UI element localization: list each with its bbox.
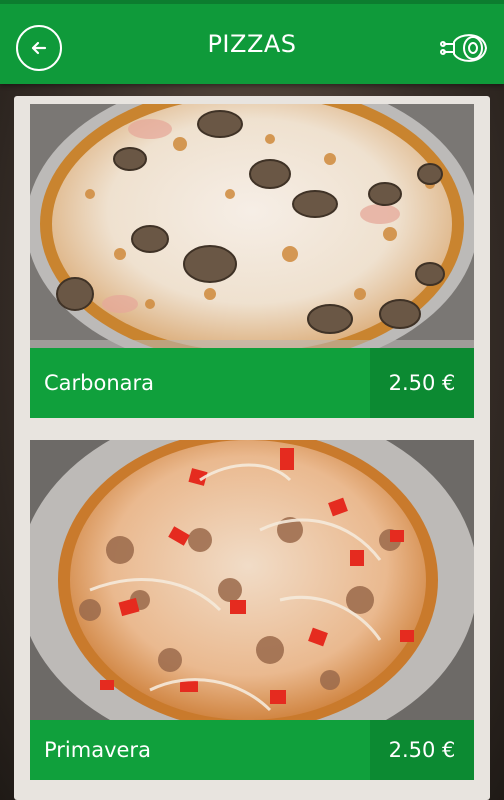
pizza-list: Carbonara 2.50 € Primavera 2.50 € bbox=[14, 96, 490, 800]
item-name: Primavera bbox=[44, 738, 151, 762]
ham-leg-button[interactable] bbox=[440, 28, 490, 68]
top-app-bar: PIZZAS bbox=[0, 0, 504, 84]
list-item[interactable]: Carbonara 2.50 € bbox=[30, 104, 474, 418]
pizza-photo-carbonara bbox=[30, 104, 474, 348]
ham-leg-icon bbox=[440, 34, 487, 62]
item-name: Carbonara bbox=[44, 371, 155, 395]
pizza-photo-primavera bbox=[30, 440, 474, 720]
list-item[interactable]: Primavera 2.50 € bbox=[30, 440, 474, 780]
item-footer: Carbonara 2.50 € bbox=[30, 348, 474, 418]
item-price: 2.50 € bbox=[370, 348, 474, 418]
page-title: PIZZAS bbox=[207, 30, 297, 58]
item-price: 2.50 € bbox=[370, 720, 474, 780]
item-footer: Primavera 2.50 € bbox=[30, 720, 474, 780]
